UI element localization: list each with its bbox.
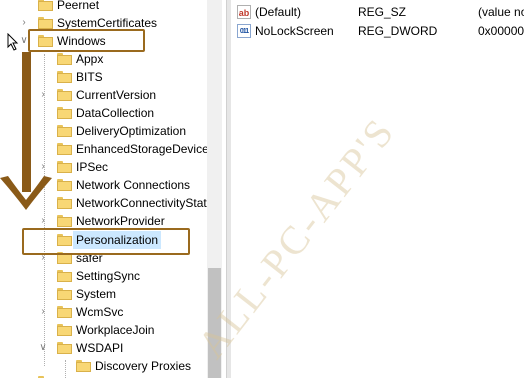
value-data: (value no — [478, 5, 524, 19]
folder-icon — [57, 270, 72, 282]
value-name: NoLockScreen — [255, 24, 334, 38]
tree-item-settingsync[interactable]: SettingSync — [0, 267, 207, 285]
folder-icon — [76, 360, 91, 372]
value-type: REG_DWORD — [358, 24, 438, 38]
tree-item-wsdapi[interactable]: ∨ WSDAPI — [0, 339, 207, 357]
tree-item-label: NetworkConnectivityStat — [76, 196, 207, 210]
tree-item-label: WSDAPI — [76, 341, 124, 355]
value-row-nolockscreen[interactable]: 011 NoLockScreen REG_DWORD 0x000000 — [231, 21, 524, 41]
folder-icon — [57, 324, 72, 336]
tree-item-workplacejoin[interactable]: WorkplaceJoin — [0, 321, 207, 339]
tree-scrollbar-thumb[interactable] — [208, 268, 221, 378]
folder-icon — [57, 306, 72, 318]
tree-item-label: System — [76, 287, 117, 301]
tree-item-label: Network Connections — [76, 178, 191, 192]
tree-item-label: EnhancedStorageDevices — [76, 142, 215, 156]
tree-item-label: IPSec — [76, 160, 109, 174]
tree-item-label: WcmSvc — [76, 305, 124, 319]
folder-icon — [57, 288, 72, 300]
value-row-default[interactable]: ab (Default) REG_SZ (value no — [231, 2, 524, 22]
tree-item-label: WorkplaceJoin — [76, 323, 155, 337]
mouse-cursor-icon — [7, 33, 19, 51]
tree-item-label: DeliveryOptimization — [76, 124, 187, 138]
tree-item-label: BITS — [76, 70, 103, 84]
folder-icon — [57, 342, 72, 354]
arrow-shaft — [22, 52, 31, 192]
tree-item-system[interactable]: System — [0, 285, 207, 303]
tree-item-label: Discovery Proxies — [95, 359, 192, 373]
tree-item-discovery-proxies[interactable]: Discovery Proxies — [0, 357, 207, 375]
tree-item-wcmsvc[interactable]: › WcmSvc — [0, 303, 207, 321]
tree-item-label: SettingSync — [76, 269, 141, 283]
chevron-down-icon[interactable]: ∨ — [38, 339, 48, 357]
value-name: (Default) — [255, 5, 302, 19]
tree-item-label: DataCollection — [76, 106, 155, 120]
tree-item-label: Appx — [76, 52, 104, 66]
tree-item-label: CurrentVersion — [76, 88, 157, 102]
string-value-icon: ab — [237, 5, 251, 19]
registry-values-list[interactable]: ab (Default) REG_SZ (value no 011 NoLock… — [231, 0, 524, 378]
value-type: REG_SZ — [358, 5, 407, 19]
binary-value-icon: 011 — [237, 24, 251, 38]
chevron-right-icon[interactable]: › — [38, 303, 48, 321]
value-data: 0x000000 — [478, 24, 524, 38]
